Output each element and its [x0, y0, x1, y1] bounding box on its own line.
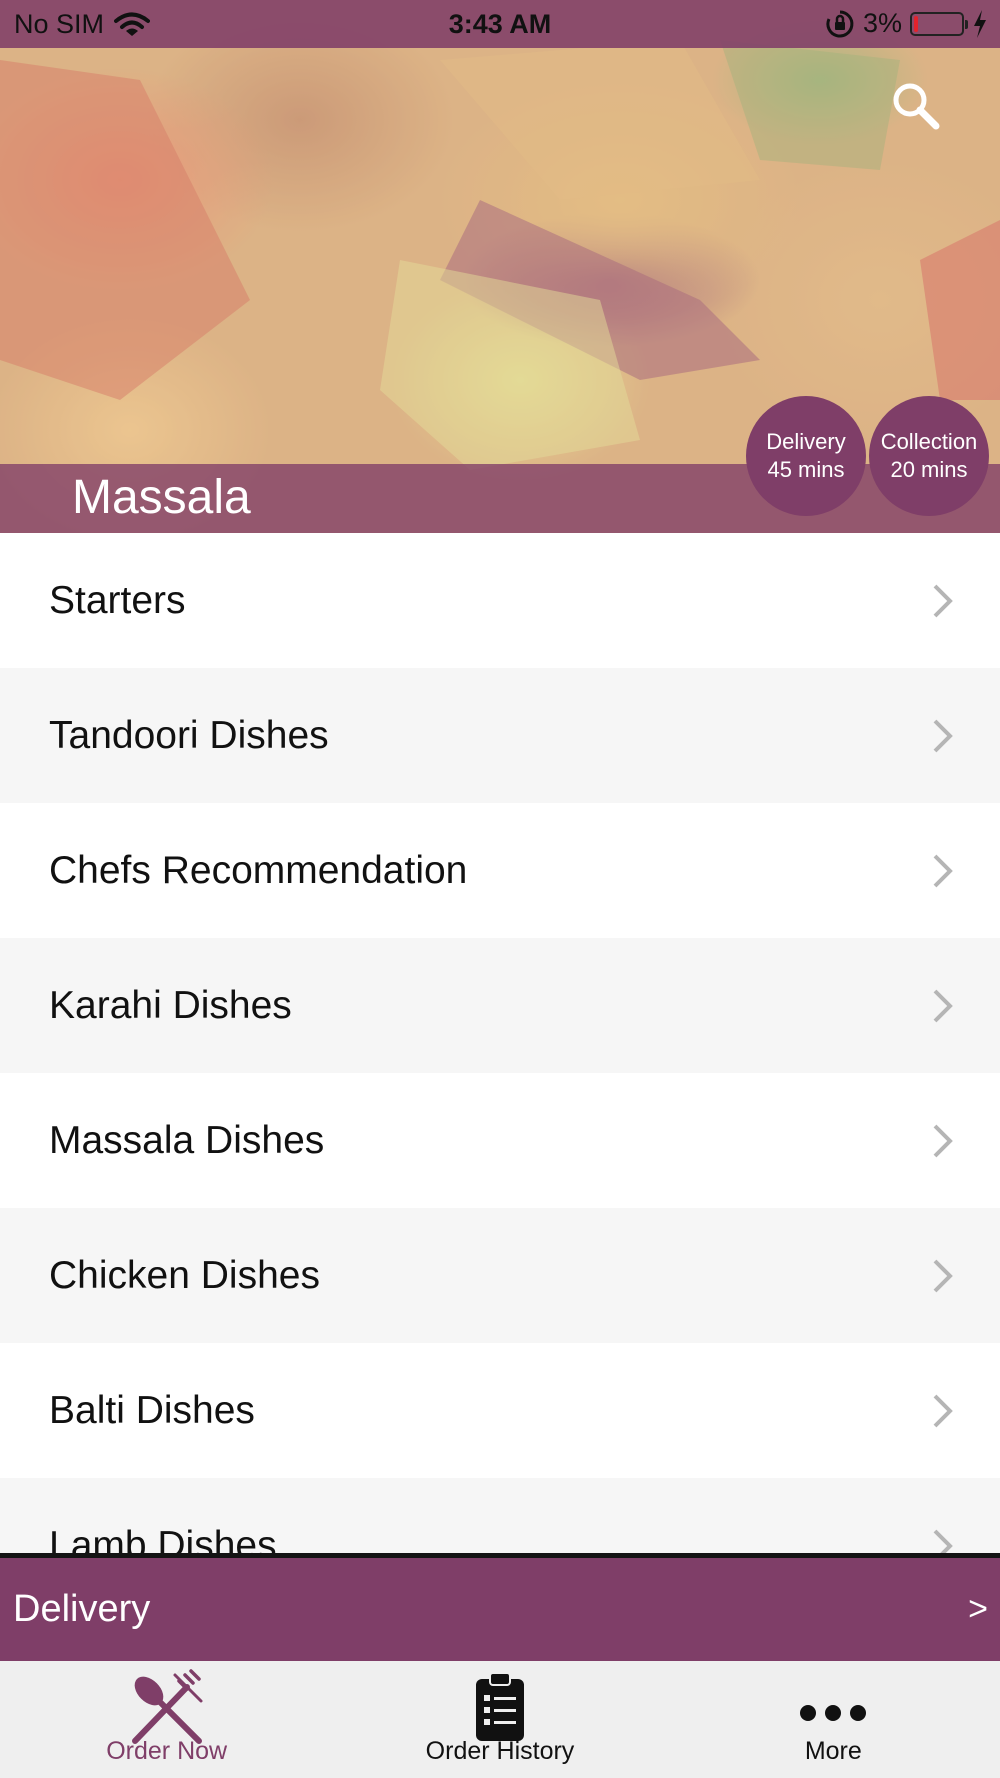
- category-label: Balti Dishes: [49, 1388, 255, 1432]
- category-label: Starters: [49, 578, 186, 622]
- category-item-lamb[interactable]: Lamb Dishes: [0, 1478, 1000, 1555]
- delivery-badge-time: 45 mins: [767, 457, 845, 482]
- tab-bar: Order Now Order History More: [0, 1661, 1000, 1778]
- category-label: Lamb Dishes: [49, 1523, 277, 1556]
- chevron-right-icon: [933, 854, 953, 887]
- category-item-massala[interactable]: Massala Dishes: [0, 1073, 1000, 1208]
- tab-label: More: [804, 1737, 862, 1765]
- category-item-chicken[interactable]: Chicken Dishes: [0, 1208, 1000, 1343]
- tab-label: Order History: [425, 1737, 575, 1765]
- battery-percent: 3%: [862, 8, 902, 38]
- search-icon: [893, 83, 940, 130]
- category-item-starters[interactable]: Starters: [0, 533, 1000, 668]
- chevron-right-icon: [933, 1259, 953, 1292]
- battery-icon: [910, 11, 968, 36]
- chevron-right-icon: [933, 1394, 953, 1427]
- clipboard-list-icon: [475, 1672, 524, 1741]
- status-bar: No SIM 3:43 AM 3%: [0, 0, 1000, 48]
- category-label: Chefs Recommendation: [49, 848, 468, 892]
- menu-category-list[interactable]: Starters Tandoori Dishes Chefs Recommend…: [0, 533, 1000, 1555]
- collection-time-badge: Collection 20 mins: [869, 396, 989, 516]
- category-label: Tandoori Dishes: [49, 713, 329, 757]
- chevron-right-icon: [933, 1124, 953, 1157]
- orientation-lock-icon: [826, 10, 854, 37]
- collection-badge-time: 20 mins: [890, 457, 968, 482]
- tab-order-now[interactable]: Order Now: [0, 1661, 333, 1778]
- collection-badge-label: Collection: [880, 429, 978, 454]
- category-label: Chicken Dishes: [49, 1253, 320, 1297]
- category-item-tandoori[interactable]: Tandoori Dishes: [0, 668, 1000, 803]
- restaurant-name: Massala: [72, 471, 251, 524]
- tab-order-history[interactable]: Order History: [333, 1661, 666, 1778]
- search-button[interactable]: [888, 78, 944, 134]
- category-item-chefs-recommendation[interactable]: Chefs Recommendation: [0, 803, 1000, 938]
- more-dots-icon: [800, 1705, 867, 1721]
- charging-bolt-icon: [974, 9, 986, 38]
- category-label: Karahi Dishes: [49, 983, 292, 1027]
- order-mode-bar[interactable]: Delivery >: [0, 1558, 1000, 1661]
- category-label: Massala Dishes: [49, 1118, 325, 1162]
- delivery-time-badge: Delivery 45 mins: [746, 396, 866, 516]
- category-item-karahi[interactable]: Karahi Dishes: [0, 938, 1000, 1073]
- chevron-right-icon: [933, 584, 953, 617]
- chevron-right-icon: [933, 719, 953, 752]
- tab-more[interactable]: More: [667, 1661, 1000, 1778]
- category-item-balti[interactable]: Balti Dishes: [0, 1343, 1000, 1478]
- delivery-badge-label: Delivery: [766, 429, 846, 454]
- order-mode-label: Delivery: [13, 1588, 151, 1630]
- chevron-right-icon: [933, 1529, 953, 1555]
- tab-label: Order Now: [106, 1737, 228, 1765]
- order-mode-arrow: >: [968, 1590, 988, 1628]
- chevron-right-icon: [933, 989, 953, 1022]
